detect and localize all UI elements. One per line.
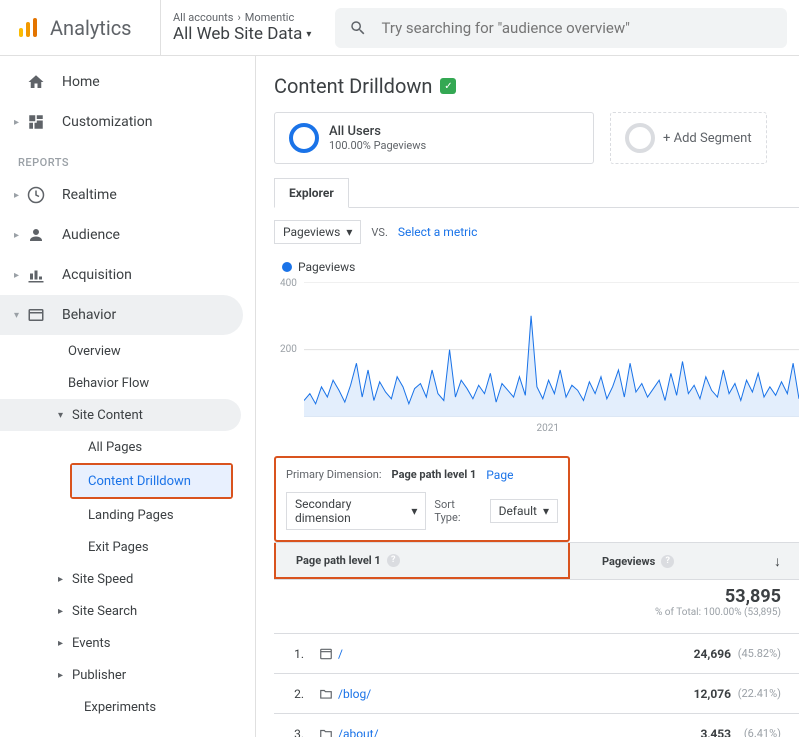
primary-dimension-label: Primary Dimension: (286, 468, 382, 482)
primary-dimension-value[interactable]: Page path level 1 (392, 468, 477, 482)
breadcrumb: All accounts › Momentic (173, 11, 311, 24)
metric-select[interactable]: Pageviews▾ (274, 220, 361, 244)
row-value: 12,076 (602, 687, 737, 701)
behavior-icon (26, 305, 46, 325)
col-header-pageviews[interactable]: Pageviews (602, 555, 655, 568)
nav-experiments[interactable]: Experiments (0, 691, 255, 723)
product-name: Analytics (50, 16, 132, 40)
dashboard-icon (26, 112, 46, 132)
add-segment-button[interactable]: + Add Segment (610, 112, 767, 164)
nav-realtime[interactable]: ▸ Realtime (0, 175, 255, 215)
sort-type-label: Sort Type: (434, 498, 481, 524)
search-icon (349, 19, 367, 37)
reports-section-label: REPORTS (0, 142, 255, 175)
acquisition-icon (26, 265, 46, 285)
row-number: 1. (274, 647, 314, 661)
caret-down-icon: ▾ (58, 410, 63, 421)
sort-type-select[interactable]: Default▾ (490, 499, 558, 523)
view-name: All Web Site Data (173, 24, 311, 44)
dimension-page-link[interactable]: Page (486, 468, 513, 482)
search-input[interactable] (381, 19, 773, 37)
folder-icon (314, 727, 338, 737)
account-switcher[interactable]: All accounts › Momentic All Web Site Dat… (160, 0, 323, 55)
table-row: 2. /blog/ 12,076 (22.41%) (274, 674, 799, 714)
total-pageviews-sub: % of Total: 100.00% (53,895) (602, 607, 781, 618)
chart-legend: Pageviews (274, 256, 799, 282)
row-percent: (45.82%) (737, 647, 799, 660)
chart: 400 200 2021 (274, 282, 799, 434)
page-title: Content Drilldown ✓ (274, 74, 799, 98)
segment-circle-icon (289, 123, 319, 153)
row-value: 24,696 (602, 647, 737, 661)
nav-site-content[interactable]: ▾ Site Content (0, 399, 241, 431)
analytics-logo-icon (16, 16, 40, 40)
nav-acquisition[interactable]: ▸ Acquisition (0, 255, 255, 295)
nav-overview[interactable]: Overview (0, 335, 255, 367)
nav-behavior[interactable]: ▾ Behavior (0, 295, 243, 335)
tab-explorer[interactable]: Explorer (274, 178, 349, 208)
clock-icon (26, 185, 46, 205)
data-table: Page path level 1 ? Pageviews ? ↓ 53,895… (274, 542, 799, 737)
nav-exit-pages[interactable]: Exit Pages (0, 531, 255, 563)
nav-all-pages[interactable]: All Pages (0, 431, 255, 463)
row-path-link[interactable]: /about/ (338, 727, 602, 737)
search-bar[interactable] (335, 8, 787, 48)
person-icon (26, 225, 46, 245)
nav-home[interactable]: Home (0, 62, 255, 102)
col-header-path[interactable]: Page path level 1 (296, 554, 381, 567)
product-logo[interactable]: Analytics (0, 16, 160, 40)
nav-content-drilldown[interactable]: Content Drilldown (72, 465, 231, 497)
row-number: 3. (274, 727, 314, 737)
row-path-link[interactable]: /blog/ (338, 687, 602, 701)
segment-all-users[interactable]: All Users 100.00% Pageviews (274, 112, 594, 164)
select-metric-link[interactable]: Select a metric (398, 225, 478, 239)
folder-icon (314, 687, 338, 701)
sort-arrow-icon[interactable]: ↓ (774, 553, 781, 570)
dimension-controls-highlight: Primary Dimension: Page path level 1 Pag… (274, 456, 570, 542)
nav-site-speed[interactable]: ▸Site Speed (0, 563, 255, 595)
highlighted-nav-item: Content Drilldown (70, 463, 233, 499)
help-icon[interactable]: ? (661, 555, 674, 568)
row-number: 2. (274, 687, 314, 701)
verified-shield-icon: ✓ (440, 78, 456, 94)
vs-label: VS. (371, 226, 387, 239)
segment-circle-empty-icon (625, 123, 655, 153)
nav-publisher[interactable]: ▸Publisher (0, 659, 255, 691)
total-pageviews: 53,895 (602, 586, 781, 607)
row-path-link[interactable]: / (338, 647, 602, 661)
home-icon (26, 72, 46, 92)
nav-audience[interactable]: ▸ Audience (0, 215, 255, 255)
nav-site-search[interactable]: ▸Site Search (0, 595, 255, 627)
row-value: 3,453 (602, 727, 737, 737)
main-content: Content Drilldown ✓ All Users 100.00% Pa… (256, 56, 799, 737)
nav-customization[interactable]: ▸ Customization (0, 102, 255, 142)
row-percent: (6.41%) (737, 727, 799, 737)
nav-events[interactable]: ▸Events (0, 627, 255, 659)
legend-dot-icon (282, 262, 292, 272)
nav-landing-pages[interactable]: Landing Pages (0, 499, 255, 531)
sidebar: Home ▸ Customization REPORTS ▸ Realtime … (0, 56, 256, 737)
secondary-dimension-select[interactable]: Secondary dimension▾ (286, 492, 426, 530)
row-percent: (22.41%) (737, 687, 799, 700)
nav-behavior-flow[interactable]: Behavior Flow (0, 367, 255, 399)
table-row: 1. / 24,696 (45.82%) (274, 634, 799, 674)
page-icon (314, 647, 338, 661)
help-icon[interactable]: ? (387, 554, 400, 567)
table-row: 3. /about/ 3,453 (6.41%) (274, 714, 799, 737)
